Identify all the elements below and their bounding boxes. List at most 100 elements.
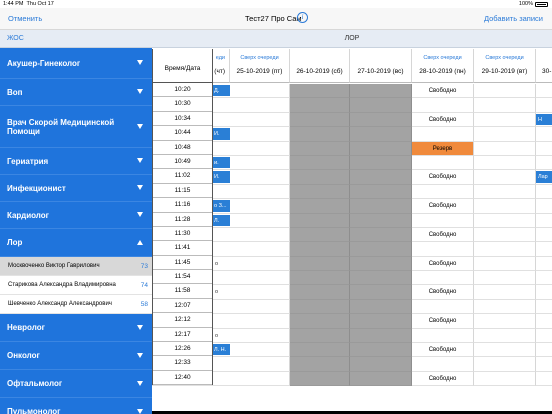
chevron-down-icon[interactable] xyxy=(137,380,143,386)
free-slot[interactable]: Свободно xyxy=(412,314,474,329)
doctor-item[interactable]: Шевченко Александр Александрович 58 xyxy=(0,295,152,314)
schedule-cell[interactable] xyxy=(412,184,474,200)
schedule-cell[interactable] xyxy=(536,314,552,329)
booked-slot[interactable]: Н xyxy=(536,113,552,126)
schedule-cell[interactable] xyxy=(474,371,536,387)
schedule-cell[interactable] xyxy=(536,127,552,142)
free-slot[interactable]: Свободно xyxy=(412,256,474,272)
schedule-cell[interactable] xyxy=(412,155,474,171)
chevron-down-icon[interactable] xyxy=(137,60,143,65)
sidebar-header[interactable]: ЖОС xyxy=(0,30,152,48)
chevron-up-icon[interactable] xyxy=(137,239,143,245)
specialty-item[interactable]: Кардиолог xyxy=(0,202,152,229)
schedule-cell[interactable] xyxy=(474,256,536,272)
free-slot[interactable]: Свободно xyxy=(412,170,474,185)
specialty-item[interactable]: Акушер-Гинеколог xyxy=(0,48,152,79)
schedule-cell[interactable] xyxy=(230,314,290,329)
free-slot[interactable]: Свободно xyxy=(412,343,474,358)
schedule-cell[interactable] xyxy=(536,271,552,286)
schedule-cell[interactable] xyxy=(536,142,552,156)
schedule-cell[interactable] xyxy=(536,199,552,214)
schedule-cell[interactable] xyxy=(536,357,552,372)
specialty-item[interactable]: Лор xyxy=(0,229,152,257)
schedule-cell[interactable] xyxy=(230,271,290,286)
schedule-cell[interactable] xyxy=(536,329,552,344)
schedule-cell[interactable]: Лар xyxy=(536,170,552,185)
schedule-cell[interactable] xyxy=(474,184,536,200)
chevron-down-icon[interactable] xyxy=(137,89,143,94)
schedule-cell[interactable] xyxy=(230,227,290,243)
schedule-cell[interactable] xyxy=(474,155,536,171)
booked-slot[interactable]: И. xyxy=(212,171,230,183)
booked-slot[interactable]: И. xyxy=(212,128,230,140)
schedule-cell[interactable] xyxy=(230,127,290,142)
schedule-cell[interactable] xyxy=(536,242,552,257)
schedule-cell[interactable] xyxy=(474,242,536,257)
chevron-down-icon[interactable] xyxy=(137,185,143,190)
schedule-cell[interactable] xyxy=(230,98,290,113)
schedule-cell[interactable] xyxy=(474,170,536,185)
schedule-cell[interactable] xyxy=(536,156,552,171)
schedule-cell[interactable] xyxy=(536,343,552,358)
schedule-cell[interactable] xyxy=(536,257,552,272)
schedule-cell[interactable] xyxy=(412,357,474,372)
schedule-cell[interactable] xyxy=(230,256,290,272)
schedule-cell[interactable] xyxy=(474,343,536,358)
schedule-cell[interactable] xyxy=(536,228,552,243)
chevron-down-icon[interactable] xyxy=(137,158,143,163)
cancel-button[interactable]: Отменить xyxy=(8,14,42,23)
specialty-item[interactable]: Пульмонолог xyxy=(0,398,152,414)
booked-slot[interactable]: и. xyxy=(212,156,230,169)
schedule-cell[interactable] xyxy=(230,371,290,387)
schedule-cell[interactable] xyxy=(474,112,536,128)
schedule-cell[interactable]: Н xyxy=(536,113,552,128)
schedule-cell[interactable] xyxy=(412,127,474,142)
free-slot[interactable]: Свободно xyxy=(412,227,474,243)
specialty-item[interactable]: Воп xyxy=(0,79,152,106)
schedule-cell[interactable] xyxy=(412,242,474,257)
schedule-cell[interactable] xyxy=(536,300,552,315)
schedule-cell[interactable] xyxy=(536,372,552,387)
schedule-cell[interactable] xyxy=(536,98,552,113)
booked-slot[interactable]: Д. xyxy=(212,85,230,97)
schedule-cell[interactable] xyxy=(536,84,552,99)
schedule-cell[interactable] xyxy=(230,141,290,156)
schedule-cell[interactable] xyxy=(230,199,290,214)
schedule-cell[interactable] xyxy=(474,213,536,228)
schedule-cell[interactable] xyxy=(536,285,552,300)
over-queue-link[interactable]: Сверх очереди xyxy=(230,55,289,61)
specialty-item[interactable]: Онколог xyxy=(0,342,152,370)
schedule-cell[interactable] xyxy=(230,184,290,200)
schedule-cell[interactable] xyxy=(230,299,290,315)
over-queue-link[interactable]: Сверх очереди xyxy=(474,55,535,61)
specialty-item[interactable]: Офтальмолог xyxy=(0,370,152,398)
schedule-cell[interactable] xyxy=(230,285,290,300)
chevron-down-icon[interactable] xyxy=(137,324,143,330)
schedule-cell[interactable] xyxy=(474,98,536,113)
over-queue-link[interactable]: Сверх очереди xyxy=(412,55,473,61)
schedule-cell[interactable] xyxy=(230,213,290,228)
schedule-cell[interactable] xyxy=(230,155,290,171)
schedule-cell[interactable] xyxy=(474,285,536,300)
schedule-cell[interactable] xyxy=(474,227,536,243)
schedule-cell[interactable] xyxy=(230,170,290,185)
doctor-item[interactable]: Старикова Александра Владимировна 74 xyxy=(0,276,152,295)
specialty-item[interactable]: Невролог xyxy=(0,314,152,342)
specialty-item[interactable]: Врач Скорой Медицинской Помощи xyxy=(0,106,152,148)
schedule-cell[interactable] xyxy=(230,328,290,344)
chevron-down-icon[interactable] xyxy=(137,408,143,414)
free-slot[interactable]: Свободно xyxy=(412,84,474,99)
specialty-item[interactable]: Гериатрия xyxy=(0,148,152,175)
schedule-cell[interactable] xyxy=(412,299,474,315)
schedule-cell[interactable] xyxy=(474,328,536,344)
schedule-cell[interactable] xyxy=(474,127,536,142)
free-slot[interactable]: Свободно xyxy=(412,112,474,128)
schedule-cell[interactable] xyxy=(230,84,290,99)
schedule-cell[interactable] xyxy=(230,242,290,257)
schedule-cell[interactable] xyxy=(412,271,474,286)
free-slot[interactable]: Свободно xyxy=(412,371,474,387)
booked-slot[interactable]: Л. xyxy=(212,214,230,226)
chevron-down-icon[interactable] xyxy=(137,123,143,129)
doctor-item[interactable]: Москвоченко Виктор Гаврилович 73 xyxy=(0,257,152,276)
schedule-cell[interactable] xyxy=(230,343,290,358)
